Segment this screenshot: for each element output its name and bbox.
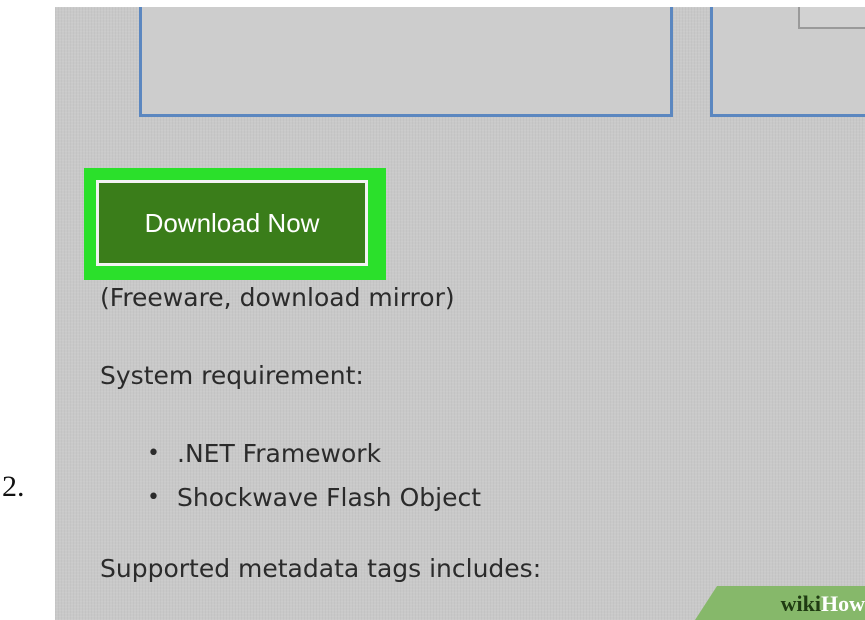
preview-box-right	[710, 7, 865, 117]
preview-box-inner	[798, 7, 865, 29]
bullet-icon: •	[147, 485, 160, 510]
freeware-note: (Freeware, download mirror)	[100, 283, 455, 312]
watermark-wiki: wiki	[780, 591, 821, 616]
list-item: • .NET Framework	[147, 432, 481, 476]
screenshot-panel: Download Now (Freeware, download mirror)…	[55, 7, 865, 620]
system-requirement-heading: System requirement:	[100, 361, 364, 390]
bullet-icon: •	[147, 441, 160, 466]
requirement-label: Shockwave Flash Object	[177, 483, 482, 512]
list-item: • Shockwave Flash Object	[147, 476, 481, 520]
requirement-label: .NET Framework	[177, 439, 382, 468]
metadata-tags-text: Supported metadata tags includes:	[100, 554, 542, 583]
download-now-button[interactable]: Download Now	[96, 180, 368, 266]
wikihow-watermark: wikiHow	[781, 590, 865, 618]
preview-box-left	[139, 7, 673, 117]
watermark-how: How	[821, 591, 865, 616]
requirements-list: • .NET Framework • Shockwave Flash Objec…	[147, 432, 481, 520]
step-number: 2.	[2, 470, 25, 503]
